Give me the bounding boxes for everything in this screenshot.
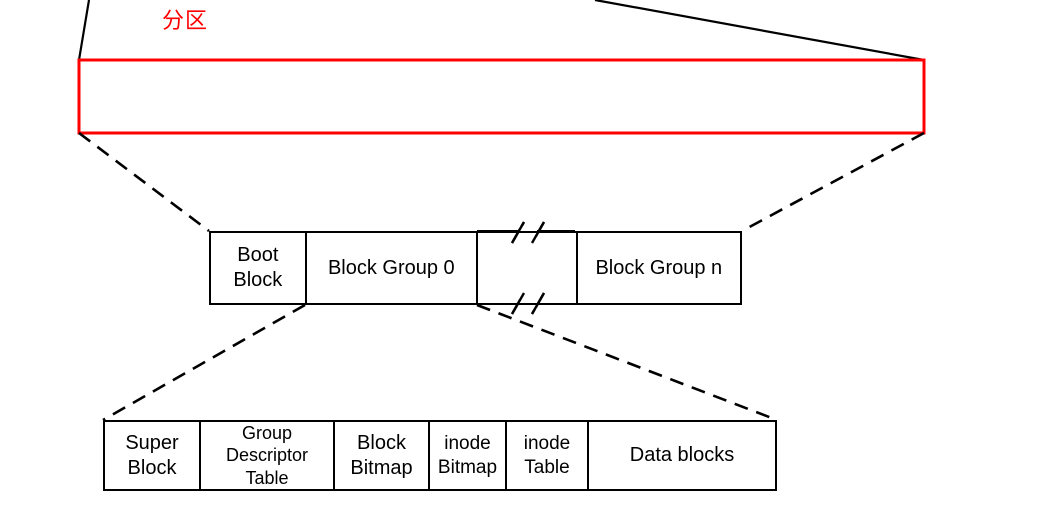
cell-boot-block: Boot Block: [211, 233, 307, 303]
expand-right-dashed-line: [741, 131, 925, 233]
cell-block-bitmap: Block Bitmap: [335, 422, 430, 489]
cell-inode-bitmap: inode Bitmap: [430, 422, 507, 489]
cell-block-group-0: Block Group 0: [307, 233, 478, 303]
disk-leader-left-line: [77, 0, 91, 61]
cell-inode-table: inode Table: [507, 422, 589, 489]
expand-group-left-dashed-line: [102, 303, 306, 422]
cell-data-blocks: Data blocks: [629, 444, 735, 466]
diagram-canvas: 分区 Boot Block Block Group 0 Block Group …: [0, 0, 1040, 529]
cell-break-region: [516, 233, 576, 303]
cell-block-group-gap: [478, 233, 516, 303]
cell-group-descriptor-table: Group Descriptor Table: [201, 422, 335, 489]
disk-leader-right-line: [594, 0, 925, 62]
partition-rect: [77, 58, 926, 135]
cell-block-group-n: Block Group n: [575, 233, 740, 303]
partition-label: 分区: [162, 8, 209, 33]
block-group-detail-row: Super Block Group Descriptor Table Block…: [103, 420, 777, 491]
expand-group-right-dashed-line: [476, 303, 778, 422]
block-group-row: Boot Block Block Group 0 Block Group n: [209, 231, 742, 305]
expand-left-dashed-line: [78, 131, 210, 233]
cell-super-block: Super Block: [105, 422, 201, 489]
